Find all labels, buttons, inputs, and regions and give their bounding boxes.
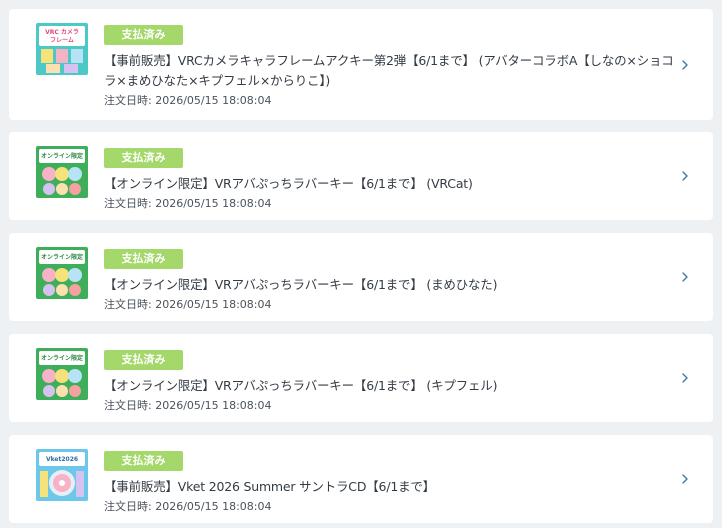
order-title: 【オンライン限定】VRアバぷっちラバーキー【6/1まで】 (まめひなた)	[104, 277, 498, 292]
order-title: 【事前販売】Vket 2026 Summer サントラCD【6/1まで】	[104, 479, 435, 494]
rubber-keychain-thumbnail: オンライン限定	[36, 146, 88, 198]
chevron-right-icon[interactable]	[679, 370, 691, 386]
status-badge: 支払済み	[104, 25, 183, 45]
chevron-right-icon[interactable]	[679, 57, 691, 73]
order-date: 注文日時: 2026/05/15 18:08:04	[104, 94, 272, 107]
svg-text:オンライン限定: オンライン限定	[41, 354, 83, 362]
order-date: 注文日時: 2026/05/15 18:08:04	[104, 500, 272, 513]
order-history-list: VRC カメラ フレーム 支払済み 【事前販売】VRCカメラキャラフレームアクキ…	[0, 0, 722, 528]
svg-text:オンライン限定: オンライン限定	[41, 152, 83, 160]
rubber-keychain-thumbnail: オンライン限定	[36, 247, 88, 299]
svg-text:オンライン限定: オンライン限定	[41, 253, 83, 261]
order-card[interactable]: VRC カメラ フレーム 支払済み 【事前販売】VRCカメラキャラフレームアクキ…	[9, 9, 713, 120]
camera-frame-acrylic-keychain-thumbnail: VRC カメラ フレーム	[36, 23, 88, 75]
order-date: 注文日時: 2026/05/15 18:08:04	[104, 399, 272, 412]
order-title: 【オンライン限定】VRアバぷっちラバーキー【6/1まで】 (VRCat)	[104, 176, 473, 191]
order-card[interactable]: Vket2026 支払済み 【事前販売】Vket 2026 Summer サント…	[9, 435, 713, 523]
svg-text:Vket2026: Vket2026	[46, 456, 78, 463]
rubber-keychain-thumbnail: オンライン限定	[36, 348, 88, 400]
status-badge: 支払済み	[104, 350, 183, 370]
status-badge: 支払済み	[104, 249, 183, 269]
status-badge: 支払済み	[104, 148, 183, 168]
order-date: 注文日時: 2026/05/15 18:08:04	[104, 197, 272, 210]
svg-text:VRC カメラ: VRC カメラ	[45, 29, 79, 36]
order-card[interactable]: オンライン限定 支払済み 【オンライン限定】VRアバぷっちラバーキー【6/1まで…	[9, 334, 713, 422]
chevron-right-icon[interactable]	[679, 168, 691, 184]
chevron-right-icon[interactable]	[679, 471, 691, 487]
order-title: 【事前販売】VRCカメラキャラフレームアクキー第2弾【6/1まで】 (アバターコ…	[104, 53, 674, 88]
order-title: 【オンライン限定】VRアバぷっちラバーキー【6/1まで】 (キプフェル)	[104, 378, 498, 393]
order-card[interactable]: オンライン限定 支払済み 【オンライン限定】VRアバぷっちラバーキー【6/1まで…	[9, 132, 713, 220]
order-card[interactable]: オンライン限定 支払済み 【オンライン限定】VRアバぷっちラバーキー【6/1まで…	[9, 233, 713, 321]
soundtrack-cd-thumbnail: Vket2026	[36, 449, 88, 501]
order-date: 注文日時: 2026/05/15 18:08:04	[104, 298, 272, 311]
svg-text:フレーム: フレーム	[50, 37, 74, 44]
status-badge: 支払済み	[104, 451, 183, 471]
chevron-right-icon[interactable]	[679, 269, 691, 285]
